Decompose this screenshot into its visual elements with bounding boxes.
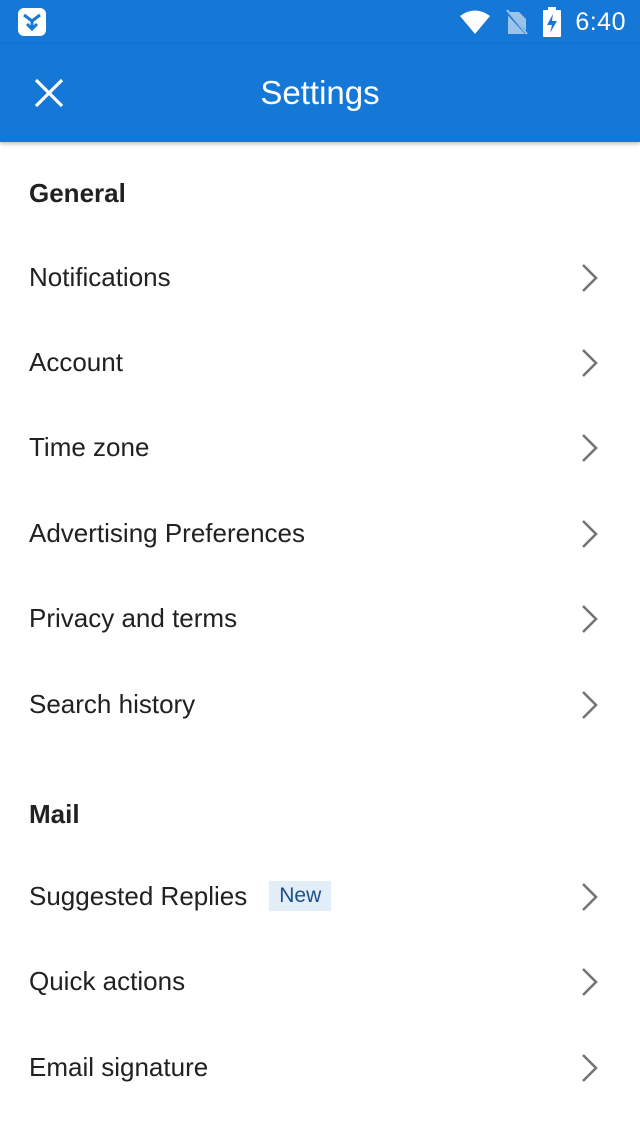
settings-item-label: Notifications bbox=[29, 262, 171, 292]
settings-item-advertising-preferences[interactable]: Advertising Preferences bbox=[0, 491, 640, 576]
section-header-general: General bbox=[29, 178, 126, 208]
chevron-right-icon bbox=[582, 604, 598, 633]
settings-item-label: Email signature bbox=[29, 1052, 209, 1082]
settings-item-label-text: Suggested Replies bbox=[29, 881, 248, 911]
chevron-right-icon bbox=[582, 882, 598, 911]
chevron-right-icon bbox=[582, 967, 598, 996]
settings-item-notifications[interactable]: Notifications bbox=[0, 235, 640, 320]
settings-item-search-history[interactable]: Search history bbox=[0, 662, 640, 747]
status-icons: 6:40 bbox=[459, 0, 626, 44]
status-bar: 6:40 bbox=[0, 0, 640, 44]
app-bar: Settings bbox=[0, 44, 640, 142]
settings-item-email-signature[interactable]: Email signature bbox=[0, 1025, 640, 1110]
wifi-icon bbox=[460, 10, 491, 34]
settings-item-label: Account bbox=[29, 347, 123, 377]
outlook-notification-icon bbox=[18, 8, 46, 36]
settings-item-label: Quick actions bbox=[29, 966, 186, 996]
chevron-right-icon bbox=[582, 690, 598, 719]
settings-item-suggested-replies[interactable]: Suggested Replies New bbox=[0, 854, 640, 939]
settings-item-label: Privacy and terms bbox=[29, 603, 238, 633]
page-title: Settings bbox=[260, 74, 380, 111]
no-sim-icon bbox=[505, 9, 530, 36]
chevron-right-icon bbox=[582, 1053, 598, 1082]
settings-item-quick-actions[interactable]: Quick actions bbox=[0, 939, 640, 1024]
settings-item-label: Time zone bbox=[29, 432, 150, 462]
settings-list: General Notifications Account Time zone … bbox=[0, 142, 640, 1139]
settings-item-label: Advertising Preferences bbox=[29, 518, 306, 548]
chevron-right-icon bbox=[582, 433, 598, 462]
settings-item-account[interactable]: Account bbox=[0, 320, 640, 405]
section-header-mail: Mail bbox=[29, 799, 80, 829]
new-badge: New bbox=[269, 881, 332, 911]
settings-item-label: Search history bbox=[29, 689, 196, 719]
chevron-right-icon bbox=[582, 263, 598, 292]
status-time: 6:40 bbox=[575, 7, 626, 36]
settings-item-privacy-and-terms[interactable]: Privacy and terms bbox=[0, 576, 640, 661]
chevron-right-icon bbox=[582, 348, 598, 377]
chevron-right-icon bbox=[582, 519, 598, 548]
close-icon bbox=[34, 78, 64, 108]
settings-item-label: Suggested Replies New bbox=[29, 881, 332, 912]
battery-charging-icon bbox=[543, 7, 562, 37]
close-button[interactable] bbox=[22, 66, 76, 120]
settings-item-time-zone[interactable]: Time zone bbox=[0, 405, 640, 490]
